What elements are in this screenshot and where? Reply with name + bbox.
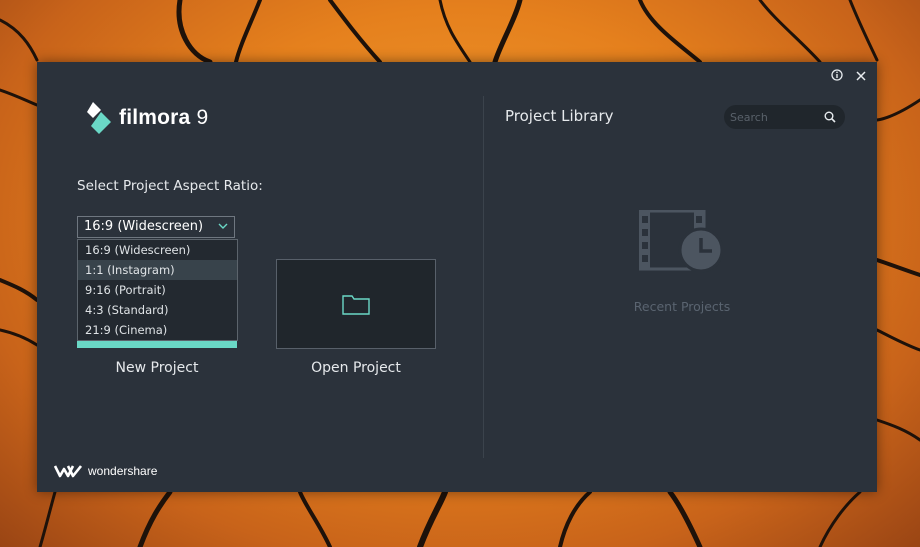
open-project-tile[interactable] <box>276 259 436 349</box>
search-icon[interactable] <box>824 111 836 123</box>
chevron-down-icon <box>218 223 228 229</box>
aspect-ratio-label: Select Project Aspect Ratio: <box>77 178 263 194</box>
aspect-option-instagram[interactable]: 1:1 (Instagram) <box>78 260 237 280</box>
aspect-ratio-selected-value: 16:9 (Widescreen) <box>84 219 204 234</box>
aspect-ratio-dropdown: 16:9 (Widescreen) 1:1 (Instagram) 9:16 (… <box>77 239 238 341</box>
library-search-box <box>724 105 845 129</box>
filmora-logo-icon <box>87 102 111 134</box>
logo-text: filmora 9 <box>119 106 209 129</box>
info-icon[interactable] <box>829 69 845 85</box>
recent-projects-label: Recent Projects <box>633 299 731 314</box>
wondershare-logo-icon <box>54 465 82 478</box>
project-library-title: Project Library <box>505 107 614 125</box>
folder-icon <box>342 295 370 315</box>
new-project-tile[interactable] <box>77 341 237 348</box>
open-project-label[interactable]: Open Project <box>276 360 436 376</box>
aspect-option-standard[interactable]: 4:3 (Standard) <box>78 300 237 320</box>
wondershare-text: wondershare <box>88 464 158 478</box>
close-icon[interactable] <box>853 69 869 85</box>
new-project-label[interactable]: New Project <box>77 360 237 376</box>
film-clock-icon <box>639 210 723 273</box>
aspect-ratio-select[interactable]: 16:9 (Widescreen) <box>77 216 235 238</box>
aspect-option-portrait[interactable]: 9:16 (Portrait) <box>78 280 237 300</box>
library-search-input[interactable] <box>728 108 822 126</box>
filmora-start-dialog: filmora 9 Select Project Aspect Ratio: 1… <box>37 62 877 492</box>
aspect-option-widescreen[interactable]: 16:9 (Widescreen) <box>78 240 237 260</box>
aspect-option-cinema[interactable]: 21:9 (Cinema) <box>78 320 237 340</box>
filmora-logo: filmora 9 <box>87 102 208 134</box>
wondershare-logo: wondershare <box>54 464 157 478</box>
panel-divider <box>483 96 484 458</box>
